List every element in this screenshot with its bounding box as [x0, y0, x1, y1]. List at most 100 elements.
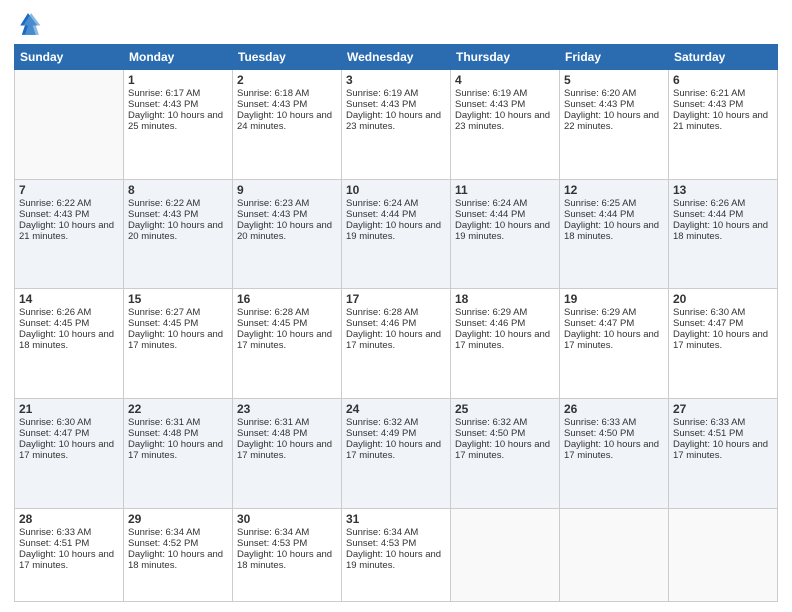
calendar-cell: 1 Sunrise: 6:17 AM Sunset: 4:43 PM Dayli…	[124, 70, 233, 180]
sunrise-label: Sunrise: 6:25 AM	[564, 198, 636, 209]
calendar-cell: 24 Sunrise: 6:32 AM Sunset: 4:49 PM Dayl…	[342, 399, 451, 509]
sunset-label: Sunset: 4:43 PM	[673, 99, 743, 110]
sunrise-label: Sunrise: 6:32 AM	[455, 417, 527, 428]
daylight-label: Daylight: 10 hours and 19 minutes.	[455, 220, 550, 242]
calendar-cell: 17 Sunrise: 6:28 AM Sunset: 4:46 PM Dayl…	[342, 289, 451, 399]
sunrise-label: Sunrise: 6:34 AM	[237, 527, 309, 538]
calendar-cell: 2 Sunrise: 6:18 AM Sunset: 4:43 PM Dayli…	[233, 70, 342, 180]
calendar-cell: 13 Sunrise: 6:26 AM Sunset: 4:44 PM Dayl…	[669, 179, 778, 289]
sunset-label: Sunset: 4:46 PM	[346, 318, 416, 329]
sunrise-label: Sunrise: 6:34 AM	[346, 527, 418, 538]
day-number: 22	[128, 402, 228, 416]
day-number: 16	[237, 292, 337, 306]
calendar-cell: 7 Sunrise: 6:22 AM Sunset: 4:43 PM Dayli…	[15, 179, 124, 289]
day-number: 18	[455, 292, 555, 306]
daylight-label: Daylight: 10 hours and 18 minutes.	[673, 220, 768, 242]
sunrise-label: Sunrise: 6:26 AM	[19, 307, 91, 318]
sunset-label: Sunset: 4:43 PM	[564, 99, 634, 110]
weekday-header: Thursday	[451, 45, 560, 70]
sunrise-label: Sunrise: 6:29 AM	[564, 307, 636, 318]
calendar-cell	[560, 508, 669, 601]
day-number: 9	[237, 183, 337, 197]
day-number: 29	[128, 512, 228, 526]
daylight-label: Daylight: 10 hours and 22 minutes.	[564, 110, 659, 132]
day-number: 27	[673, 402, 773, 416]
daylight-label: Daylight: 10 hours and 17 minutes.	[564, 439, 659, 461]
logo	[14, 10, 46, 38]
sunset-label: Sunset: 4:44 PM	[455, 209, 525, 220]
day-number: 7	[19, 183, 119, 197]
day-number: 21	[19, 402, 119, 416]
sunrise-label: Sunrise: 6:31 AM	[237, 417, 309, 428]
calendar-cell: 3 Sunrise: 6:19 AM Sunset: 4:43 PM Dayli…	[342, 70, 451, 180]
sunrise-label: Sunrise: 6:33 AM	[19, 527, 91, 538]
sunset-label: Sunset: 4:43 PM	[237, 209, 307, 220]
daylight-label: Daylight: 10 hours and 17 minutes.	[346, 329, 441, 351]
sunset-label: Sunset: 4:44 PM	[673, 209, 743, 220]
calendar-week-row: 7 Sunrise: 6:22 AM Sunset: 4:43 PM Dayli…	[15, 179, 778, 289]
daylight-label: Daylight: 10 hours and 17 minutes.	[346, 439, 441, 461]
calendar-cell: 23 Sunrise: 6:31 AM Sunset: 4:48 PM Dayl…	[233, 399, 342, 509]
sunset-label: Sunset: 4:53 PM	[237, 538, 307, 549]
daylight-label: Daylight: 10 hours and 18 minutes.	[19, 329, 114, 351]
daylight-label: Daylight: 10 hours and 19 minutes.	[346, 220, 441, 242]
calendar-cell: 8 Sunrise: 6:22 AM Sunset: 4:43 PM Dayli…	[124, 179, 233, 289]
sunset-label: Sunset: 4:53 PM	[346, 538, 416, 549]
daylight-label: Daylight: 10 hours and 23 minutes.	[455, 110, 550, 132]
sunrise-label: Sunrise: 6:17 AM	[128, 88, 200, 99]
calendar-cell: 9 Sunrise: 6:23 AM Sunset: 4:43 PM Dayli…	[233, 179, 342, 289]
sunrise-label: Sunrise: 6:28 AM	[237, 307, 309, 318]
daylight-label: Daylight: 10 hours and 17 minutes.	[237, 439, 332, 461]
sunset-label: Sunset: 4:45 PM	[19, 318, 89, 329]
sunrise-label: Sunrise: 6:33 AM	[564, 417, 636, 428]
calendar-table: SundayMondayTuesdayWednesdayThursdayFrid…	[14, 44, 778, 602]
daylight-label: Daylight: 10 hours and 17 minutes.	[19, 549, 114, 571]
sunrise-label: Sunrise: 6:30 AM	[673, 307, 745, 318]
sunset-label: Sunset: 4:52 PM	[128, 538, 198, 549]
daylight-label: Daylight: 10 hours and 21 minutes.	[19, 220, 114, 242]
daylight-label: Daylight: 10 hours and 17 minutes.	[237, 329, 332, 351]
sunset-label: Sunset: 4:43 PM	[128, 209, 198, 220]
calendar-cell: 25 Sunrise: 6:32 AM Sunset: 4:50 PM Dayl…	[451, 399, 560, 509]
daylight-label: Daylight: 10 hours and 18 minutes.	[128, 549, 223, 571]
calendar-cell: 10 Sunrise: 6:24 AM Sunset: 4:44 PM Dayl…	[342, 179, 451, 289]
calendar-cell: 30 Sunrise: 6:34 AM Sunset: 4:53 PM Dayl…	[233, 508, 342, 601]
day-number: 20	[673, 292, 773, 306]
sunset-label: Sunset: 4:48 PM	[128, 428, 198, 439]
daylight-label: Daylight: 10 hours and 17 minutes.	[455, 439, 550, 461]
sunset-label: Sunset: 4:51 PM	[673, 428, 743, 439]
calendar-cell: 21 Sunrise: 6:30 AM Sunset: 4:47 PM Dayl…	[15, 399, 124, 509]
sunset-label: Sunset: 4:46 PM	[455, 318, 525, 329]
sunset-label: Sunset: 4:47 PM	[19, 428, 89, 439]
sunset-label: Sunset: 4:51 PM	[19, 538, 89, 549]
day-number: 5	[564, 73, 664, 87]
calendar-cell: 6 Sunrise: 6:21 AM Sunset: 4:43 PM Dayli…	[669, 70, 778, 180]
calendar-cell	[669, 508, 778, 601]
daylight-label: Daylight: 10 hours and 19 minutes.	[346, 549, 441, 571]
day-number: 4	[455, 73, 555, 87]
calendar-week-row: 1 Sunrise: 6:17 AM Sunset: 4:43 PM Dayli…	[15, 70, 778, 180]
weekday-header: Wednesday	[342, 45, 451, 70]
day-number: 8	[128, 183, 228, 197]
sunrise-label: Sunrise: 6:26 AM	[673, 198, 745, 209]
calendar-cell: 20 Sunrise: 6:30 AM Sunset: 4:47 PM Dayl…	[669, 289, 778, 399]
day-number: 10	[346, 183, 446, 197]
day-number: 2	[237, 73, 337, 87]
day-number: 1	[128, 73, 228, 87]
calendar-cell: 11 Sunrise: 6:24 AM Sunset: 4:44 PM Dayl…	[451, 179, 560, 289]
sunrise-label: Sunrise: 6:20 AM	[564, 88, 636, 99]
sunset-label: Sunset: 4:45 PM	[237, 318, 307, 329]
sunrise-label: Sunrise: 6:33 AM	[673, 417, 745, 428]
sunset-label: Sunset: 4:47 PM	[673, 318, 743, 329]
daylight-label: Daylight: 10 hours and 17 minutes.	[19, 439, 114, 461]
sunrise-label: Sunrise: 6:19 AM	[346, 88, 418, 99]
sunrise-label: Sunrise: 6:31 AM	[128, 417, 200, 428]
day-number: 28	[19, 512, 119, 526]
sunset-label: Sunset: 4:47 PM	[564, 318, 634, 329]
daylight-label: Daylight: 10 hours and 25 minutes.	[128, 110, 223, 132]
daylight-label: Daylight: 10 hours and 18 minutes.	[564, 220, 659, 242]
day-number: 31	[346, 512, 446, 526]
calendar-cell: 22 Sunrise: 6:31 AM Sunset: 4:48 PM Dayl…	[124, 399, 233, 509]
header	[14, 10, 778, 38]
sunset-label: Sunset: 4:43 PM	[455, 99, 525, 110]
